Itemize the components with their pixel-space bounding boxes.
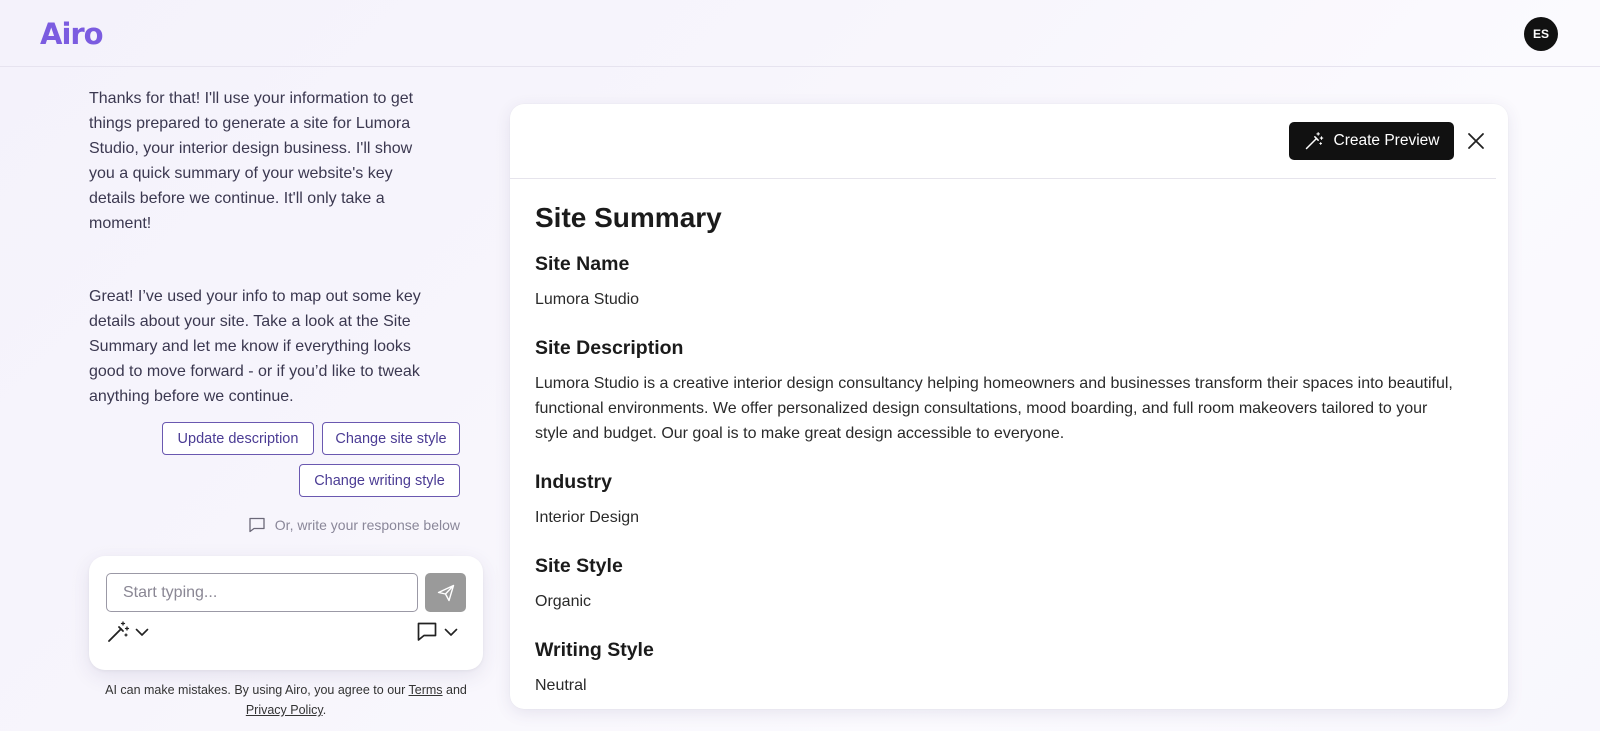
chevron-down-icon — [444, 628, 458, 636]
response-mode-dropdown[interactable] — [416, 619, 459, 645]
writing-style-label: Writing Style — [535, 639, 654, 661]
site-style-label: Site Style — [535, 555, 623, 577]
change-site-style-button[interactable]: Change site style — [322, 422, 460, 455]
disclaimer-and: and — [446, 683, 467, 697]
change-writing-style-button[interactable]: Change writing style — [299, 464, 460, 497]
close-icon — [1468, 133, 1484, 149]
panel-header: Create Preview — [510, 104, 1496, 179]
industry-value: Interior Design — [535, 509, 640, 526]
writing-style-value: Neutral — [535, 677, 587, 694]
top-bar: Airo ES — [0, 0, 1600, 67]
magic-wand-icon — [108, 621, 130, 642]
close-panel-button[interactable] — [1463, 128, 1489, 154]
magic-wand-icon — [1305, 132, 1323, 150]
disclaimer-period: . — [322, 703, 327, 717]
chat-composer — [89, 556, 483, 670]
create-preview-button[interactable]: Create Preview — [1289, 122, 1454, 160]
send-button[interactable] — [425, 573, 466, 612]
response-hint: Or, write your response below — [238, 514, 460, 536]
chat-bubble-icon — [417, 622, 437, 641]
site-style-value: Organic — [535, 593, 592, 610]
site-description-label: Site Description — [535, 337, 684, 359]
update-description-button[interactable]: Update description — [162, 422, 314, 455]
site-name-label: Site Name — [535, 253, 630, 275]
site-description-value: Lumora Studio is a creative interior des… — [535, 375, 1453, 442]
chevron-down-icon — [135, 628, 149, 636]
legal-disclaimer: AI can make mistakes. By using Airo, you… — [89, 680, 483, 720]
airo-logo[interactable]: Airo — [40, 14, 104, 54]
hint-text: Or, write your response below — [274, 517, 460, 533]
ai-tools-dropdown[interactable] — [106, 619, 150, 645]
disclaimer-text: AI can make mistakes. By using Airo, you… — [105, 683, 406, 697]
assistant-message: Great! I’ve used your info to map out so… — [89, 288, 421, 405]
site-name-value: Lumora Studio — [535, 291, 640, 308]
privacy-policy-link[interactable]: Privacy Policy — [246, 703, 323, 717]
industry-label: Industry — [535, 471, 612, 493]
terms-link[interactable]: Terms — [409, 683, 443, 697]
site-summary-panel: Create Preview Site Summary Site Name Lu… — [510, 104, 1508, 709]
send-icon — [437, 584, 454, 601]
chat-input[interactable] — [106, 573, 418, 612]
user-avatar[interactable]: ES — [1524, 17, 1558, 51]
create-preview-label: Create Preview — [1333, 132, 1440, 149]
summary-title: Site Summary — [535, 202, 722, 233]
assistant-message: Thanks for that! I'll use your informati… — [89, 90, 414, 232]
chat-bubble-icon — [249, 517, 265, 533]
